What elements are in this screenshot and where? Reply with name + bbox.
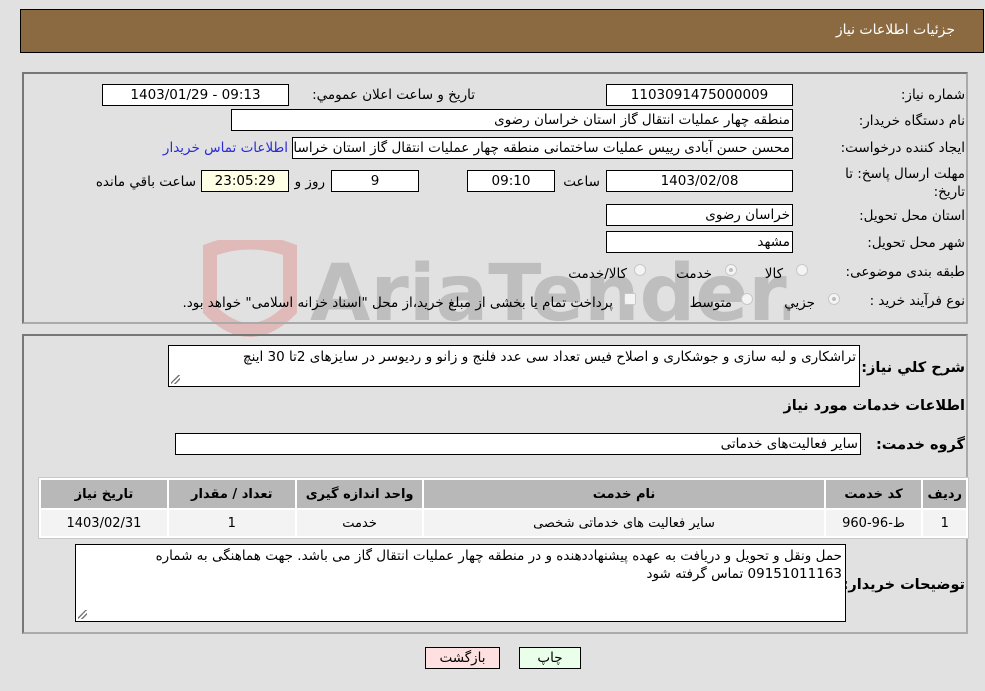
buyer-notes-text: حمل ونقل و تحویل و دریافت به عهده پیشنها… [155,548,842,582]
process-radio-medium[interactable] [741,293,753,305]
announce-datetime-label: تاریخ و ساعت اعلان عمومي: [312,87,475,103]
col-need-date: تاریخ نیاز [41,480,167,508]
table-row: 1 ط-96-960 سایر فعالیت های خدماتی شخصی خ… [41,510,966,536]
remaining-days-field: 9 [331,170,419,192]
description-text: تراشکاری و لبه سازی و جوشکاری و اصلاح فی… [242,349,856,365]
description-label: شرح کلي نیاز: [861,360,965,376]
back-button[interactable]: بازگشت [425,647,500,669]
col-unit: واحد اندازه گیری [296,480,423,508]
buyer-contact-link[interactable]: اطلاعات تماس خریدار [163,140,288,156]
cell-service-code: ط-96-960 [825,510,922,536]
col-service-name: نام خدمت [424,480,824,508]
col-row-number: ردیف [923,480,966,508]
announce-datetime-field: 1403/01/29 - 09:13 [102,84,289,106]
process-option-minor: جزیي [784,295,815,311]
buyer-notes-textarea[interactable]: حمل ونقل و تحویل و دریافت به عهده پیشنها… [75,544,846,622]
days-label: روز و [294,174,325,190]
service-group-field: سایر فعالیت‌های خدماتی [175,433,861,455]
cell-service-name: سایر فعالیت های خدماتی شخصی [424,510,824,536]
buyer-org-field: منطقه چهار عملیات انتقال گاز استان خراسا… [231,109,793,131]
col-service-code: کد خدمت [825,480,922,508]
cell-unit: خدمت [296,510,423,536]
buyer-org-label: نام دستگاه خریدار: [858,113,965,129]
remaining-time-field: 23:05:29 [201,170,289,192]
deadline-time-field: 09:10 [467,170,555,192]
cell-row-number: 1 [923,510,966,536]
category-option-goods: کالا [764,266,783,282]
purchase-process-label: نوع فرآیند خرید : [869,293,965,309]
cell-need-date: 1403/02/31 [41,510,167,536]
resize-grip-icon[interactable] [171,375,180,384]
process-radio-minor[interactable] [828,293,840,305]
category-radio-goods-service[interactable] [634,264,646,276]
treasury-note: پرداخت تمام یا بخشی از مبلغ خرید،از محل … [182,295,613,311]
category-option-service: خدمت [676,266,712,282]
treasury-checkbox[interactable] [624,293,636,305]
resize-grip-icon[interactable] [78,610,87,619]
page-header: جزئیات اطلاعات نیاز [20,9,984,53]
buyer-notes-label: توضیحات خریدار: [842,577,965,593]
category-label: طبقه بندی موضوعی: [845,264,965,280]
delivery-province-label: استان محل تحویل: [859,208,965,224]
deadline-time-label: ساعت [563,174,600,190]
deadline-label: مهلت ارسال پاسخ: تا تاریخ: [815,165,965,201]
delivery-city-field: مشهد [606,231,793,253]
cell-quantity: 1 [168,510,295,536]
services-section-title: اطلاعات خدمات مورد نیاز [783,398,965,414]
process-option-medium: متوسط [689,295,732,311]
remaining-time-label: ساعت باقي مانده [95,174,196,190]
creator-label: ایجاد کننده درخواست: [840,140,965,156]
need-number-field: 1103091475000009 [606,84,793,106]
category-radio-service[interactable] [725,264,737,276]
category-radio-goods[interactable] [796,264,808,276]
creator-field: محسن حسن آبادی رییس عملیات ساختمانی منطق… [292,137,793,159]
delivery-city-label: شهر محل تحویل: [867,235,965,251]
delivery-province-field: خراسان رضوی [606,204,793,226]
category-option-goods-service: کالا/خدمت [568,266,627,282]
deadline-label-text: مهلت ارسال پاسخ: تا تاریخ: [845,166,965,200]
services-table: ردیف کد خدمت نام خدمت واحد اندازه گیری ت… [38,477,969,539]
need-number-label: شماره نیاز: [900,87,965,103]
col-quantity: تعداد / مقدار [168,480,295,508]
description-textarea[interactable]: تراشکاری و لبه سازی و جوشکاری و اصلاح فی… [168,345,860,387]
print-button[interactable]: چاپ [519,647,581,669]
page-title: جزئیات اطلاعات نیاز [835,22,955,38]
services-table-header: ردیف کد خدمت نام خدمت واحد اندازه گیری ت… [41,480,966,508]
deadline-date-field: 1403/02/08 [606,170,793,192]
service-group-label: گروه خدمت: [875,437,965,453]
